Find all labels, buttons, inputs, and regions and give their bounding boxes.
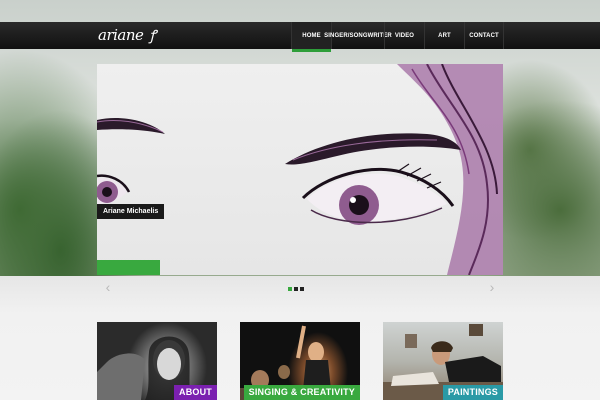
nav-item-video[interactable]: VIDEO bbox=[384, 22, 424, 49]
hero-slider: Ariane Michaelis bbox=[97, 64, 503, 275]
tile-label-paintings: PAINTINGS bbox=[442, 385, 503, 400]
nav-item-contact[interactable]: CONTACT bbox=[464, 22, 504, 49]
slide-accent-tab bbox=[97, 260, 160, 275]
chevron-right-icon[interactable]: › bbox=[485, 280, 499, 294]
tile-paintings[interactable]: PAINTINGS bbox=[383, 322, 503, 400]
nav-item-singer-songwriter[interactable]: SINGER/SONGWRITER bbox=[324, 22, 392, 49]
slider-dot-1[interactable] bbox=[288, 287, 292, 291]
slide-caption: Ariane Michaelis bbox=[97, 204, 165, 219]
logo-mark: ꝭ bbox=[149, 28, 156, 44]
chevron-left-icon[interactable]: ‹ bbox=[101, 280, 115, 294]
tile-label-about: ABOUT bbox=[174, 385, 217, 400]
logo-text: ariane bbox=[98, 26, 144, 44]
slider-dot-3[interactable] bbox=[300, 287, 304, 291]
nav-item-art[interactable]: ART bbox=[424, 22, 464, 49]
tile-label-singing: SINGING & CREATIVITY bbox=[243, 385, 360, 400]
main-nav: HOME SINGER/SONGWRITER VIDEO ART CONTACT bbox=[291, 22, 504, 52]
slide-image-eyes bbox=[97, 64, 503, 275]
tile-singing-creativity[interactable]: SINGING & CREATIVITY bbox=[240, 322, 360, 400]
top-navigation-bar: ariane ꝭ HOME SINGER/SONGWRITER VIDEO ART… bbox=[0, 22, 600, 52]
site-logo[interactable]: ariane ꝭ bbox=[98, 25, 156, 45]
tile-about[interactable]: ABOUT bbox=[97, 322, 217, 400]
slider-pagination bbox=[288, 287, 304, 291]
slider-dot-2[interactable] bbox=[294, 287, 298, 291]
